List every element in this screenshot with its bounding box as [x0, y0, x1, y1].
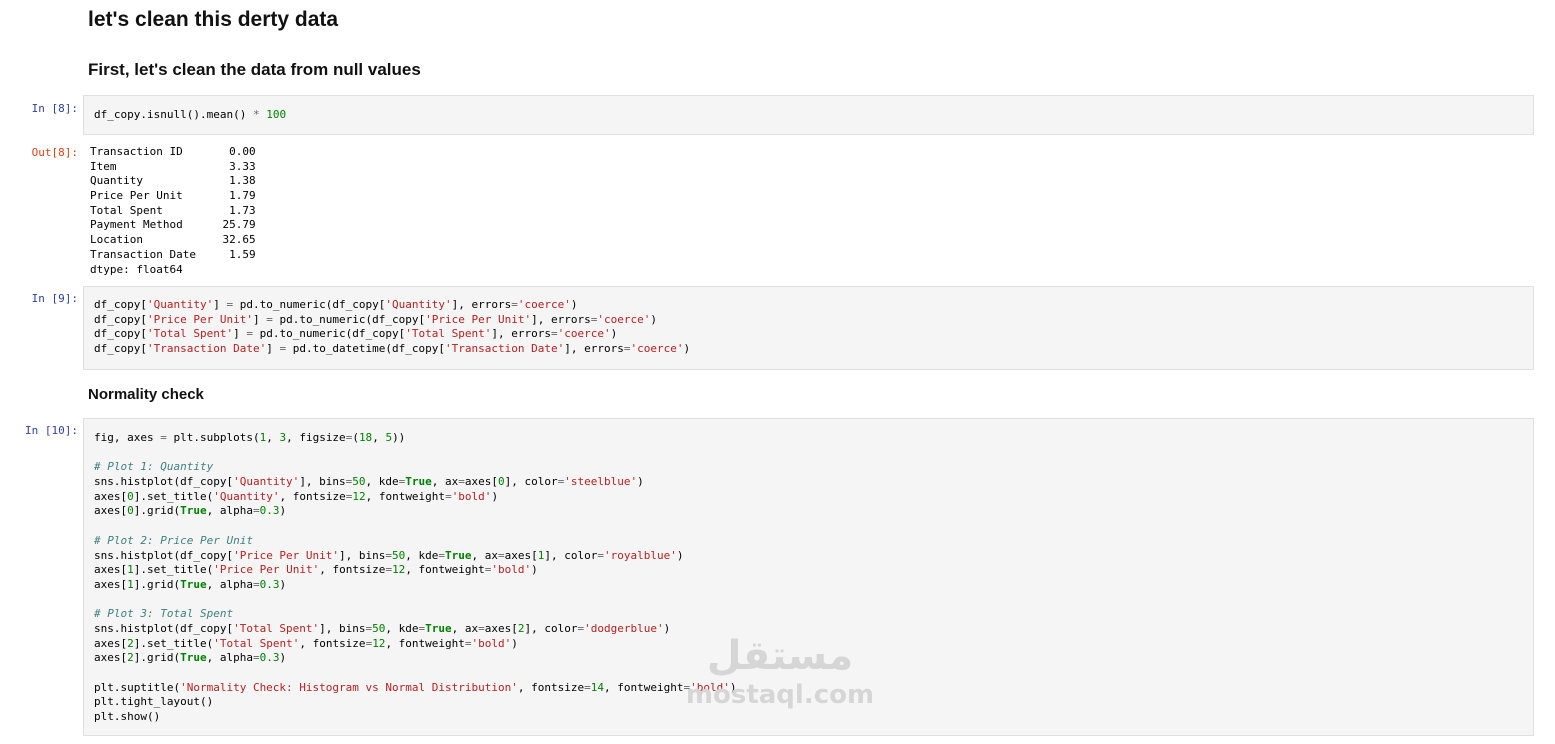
code-line: axes[1].set_title('Price Per Unit', font…	[94, 563, 538, 577]
watermark-arabic: مستقل	[706, 633, 854, 679]
code-cell-8-source: df_copy.isnull().mean() * 100	[84, 96, 1533, 123]
code-cell-9[interactable]: df_copy['Quantity'] = pd.to_numeric(df_c…	[83, 286, 1534, 370]
code-line: sns.histplot(df_copy['Quantity'], bins=5…	[94, 475, 644, 489]
page-title: let's clean this derty data	[88, 8, 339, 31]
code-line: df_copy['Transaction Date'] = pd.to_date…	[94, 342, 691, 356]
code-line: df_copy.isnull().mean() * 100	[94, 108, 287, 121]
output-line: dtype: float64	[90, 262, 183, 276]
output-line: Price Per Unit 1.79	[90, 189, 256, 203]
watermark-latin: mostaql.com	[685, 680, 875, 710]
input-prompt-10: In [10]:	[25, 424, 78, 437]
code-line: df_copy['Total Spent'] = pd.to_numeric(d…	[94, 327, 618, 341]
input-prompt-9: In [9]:	[31, 292, 78, 305]
code-line: df_copy['Quantity'] = pd.to_numeric(df_c…	[94, 298, 578, 311]
code-line: # Plot 1: Quantity	[94, 460, 214, 474]
output-line: Transaction ID 0.00	[90, 145, 256, 158]
code-line: # Plot 3: Total Spent	[94, 607, 234, 621]
code-line: fig, axes = plt.subplots(1, 3, figsize=(…	[94, 431, 406, 444]
section-heading-normality: Normality check	[88, 386, 204, 403]
output-line: Transaction Date 1.59	[90, 247, 256, 261]
output-cell-8: Transaction ID 0.00 Item 3.33 Quantity 1.3…	[90, 145, 256, 277]
output-line: Item 3.33	[90, 159, 256, 173]
section-heading-nulls: First, let's clean the data from null va…	[88, 60, 421, 79]
code-line: sns.histplot(df_copy['Price Per Unit'], …	[94, 548, 684, 562]
code-cell-9-source: df_copy['Quantity'] = pd.to_numeric(df_c…	[84, 287, 1533, 357]
output-line: Location 32.65	[90, 233, 256, 247]
code-line: df_copy['Price Per Unit'] = pd.to_numeri…	[94, 312, 657, 326]
code-line: axes[0].grid(True, alpha=0.3)	[94, 504, 287, 518]
output-prompt-8: Out[8]:	[31, 146, 78, 159]
code-line: axes[0].set_title('Quantity', fontsize=1…	[94, 489, 499, 503]
input-prompt-8: In [8]:	[31, 102, 78, 115]
code-cell-8[interactable]: df_copy.isnull().mean() * 100	[83, 95, 1534, 135]
output-line: Payment Method 25.79	[90, 218, 256, 232]
output-line: Quantity 1.38	[90, 174, 256, 188]
mostaql-watermark: مستقل mostaql.com	[680, 632, 880, 710]
code-line: # Plot 2: Price Per Unit	[94, 533, 253, 547]
code-line: axes[1].grid(True, alpha=0.3)	[94, 577, 287, 591]
code-line: plt.show()	[94, 710, 161, 724]
output-line: Total Spent 1.73	[90, 203, 256, 217]
